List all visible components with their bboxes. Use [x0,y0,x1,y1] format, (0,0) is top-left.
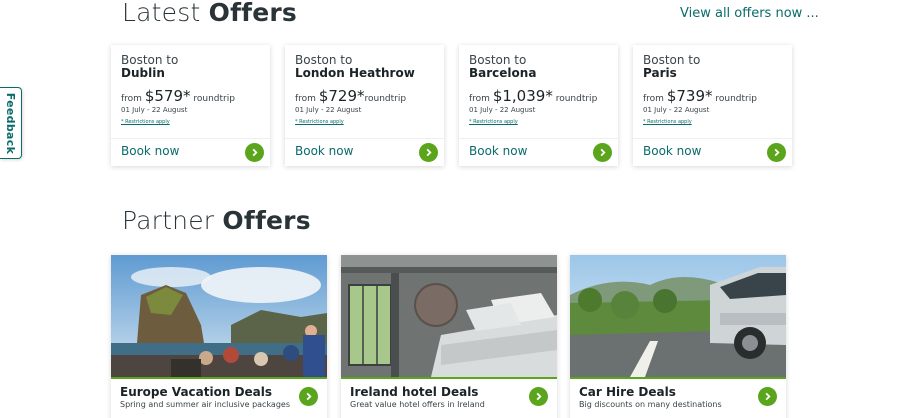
price-asterisk: * [705,87,713,105]
trip-type: roundtrip [555,94,598,104]
price-from: from [469,94,490,104]
partner-card-car-hire[interactable]: Car Hire Deals Big discounts on many des… [570,255,786,418]
trip-type: roundtrip [715,94,757,104]
offer-card-dublin[interactable]: Boston to Dublin from $579* roundtrip 01… [111,45,270,166]
partner-card-title: Europe Vacation Deals [120,385,273,399]
partner-card-subtitle: Big discounts on many destinations [579,400,722,409]
price-from: from [121,94,142,104]
offer-price-line: from $739* roundtrip [643,87,757,105]
feedback-label: Feedback [4,92,17,154]
offer-price: $1,039 [492,87,546,105]
book-now-button[interactable]: Book now [643,144,701,158]
price-asterisk: * [545,87,553,105]
chevron-right-icon[interactable] [529,387,548,406]
offer-origin: Boston to [469,53,527,67]
partner-card-title: Ireland hotel Deals [350,385,479,399]
offer-destination: Dublin [121,66,165,80]
offer-card-london-heathrow[interactable]: Boston to London Heathrow from $729*roun… [285,45,444,166]
heading-light: Partner [122,206,215,235]
offer-origin: Boston to [643,53,701,67]
offer-price: $739 [666,87,706,105]
book-now-row[interactable]: Book now [459,138,618,166]
chevron-right-icon[interactable] [758,387,777,406]
partner-card-subtitle: Spring and summer air inclusive packages [120,400,291,409]
partner-card-europe-vacation[interactable]: Europe Vacation Deals Spring and summer … [111,255,327,418]
hotel-room-photo [341,255,557,377]
price-from: from [295,94,316,104]
offer-destination: Barcelona [469,66,537,80]
view-all-offers-link[interactable]: View all offers now ... [680,6,819,21]
partner-card-title: Car Hire Deals [579,385,676,399]
offer-price: $729 [318,87,358,105]
offer-dates: 01 July - 22 August [469,106,536,114]
offer-dates: 01 July - 22 August [121,106,188,114]
partner-offers-heading: Partner Offers [122,206,311,235]
restrictions-link[interactable]: * Restrictions apply [469,119,518,125]
trip-type: roundtrip [193,94,235,104]
offer-price-line: from $729*roundtrip [295,87,406,105]
heading-bold: Offers [208,0,297,27]
book-now-row[interactable]: Book now [285,138,444,166]
card-accent-bar [111,377,327,379]
offer-price: $579 [144,87,184,105]
price-asterisk: * [357,87,365,105]
chevron-right-icon[interactable] [767,143,786,162]
price-asterisk: * [183,87,191,105]
offer-price-line: from $579* roundtrip [121,87,235,105]
offer-origin: Boston to [121,53,179,67]
offer-destination: Paris [643,66,677,80]
offer-dates: 01 July - 22 August [295,106,362,114]
offer-card-paris[interactable]: Boston to Paris from $739* roundtrip 01 … [633,45,792,166]
offer-destination: London Heathrow [295,66,415,80]
book-now-button[interactable]: Book now [295,144,353,158]
card-accent-bar [570,377,786,379]
restrictions-link[interactable]: * Restrictions apply [121,119,170,125]
partner-card-subtitle: Great value hotel offers in Ireland [350,400,485,409]
cliffs-boat-photo [111,255,327,377]
chevron-right-icon[interactable] [419,143,438,162]
price-from: from [643,94,664,104]
heading-light: Latest [122,0,201,27]
book-now-button[interactable]: Book now [121,144,179,158]
restrictions-link[interactable]: * Restrictions apply [643,119,692,125]
chevron-right-icon[interactable] [593,143,612,162]
feedback-tab[interactable]: Feedback [0,87,22,159]
latest-offers-heading: Latest Offers [122,0,297,27]
restrictions-link[interactable]: * Restrictions apply [295,119,344,125]
offer-card-barcelona[interactable]: Boston to Barcelona from $1,039* roundtr… [459,45,618,166]
offer-dates: 01 July - 22 August [643,106,710,114]
book-now-button[interactable]: Book now [469,144,527,158]
car-on-road-photo [570,255,786,377]
book-now-row[interactable]: Book now [633,138,792,166]
chevron-right-icon[interactable] [299,387,318,406]
offer-price-line: from $1,039* roundtrip [469,87,597,105]
chevron-right-icon[interactable] [245,143,264,162]
offer-origin: Boston to [295,53,353,67]
card-accent-bar [341,377,557,379]
partner-card-ireland-hotel[interactable]: Ireland hotel Deals Great value hotel of… [341,255,557,418]
book-now-row[interactable]: Book now [111,138,270,166]
trip-type: roundtrip [364,94,407,104]
heading-bold: Offers [222,206,311,235]
